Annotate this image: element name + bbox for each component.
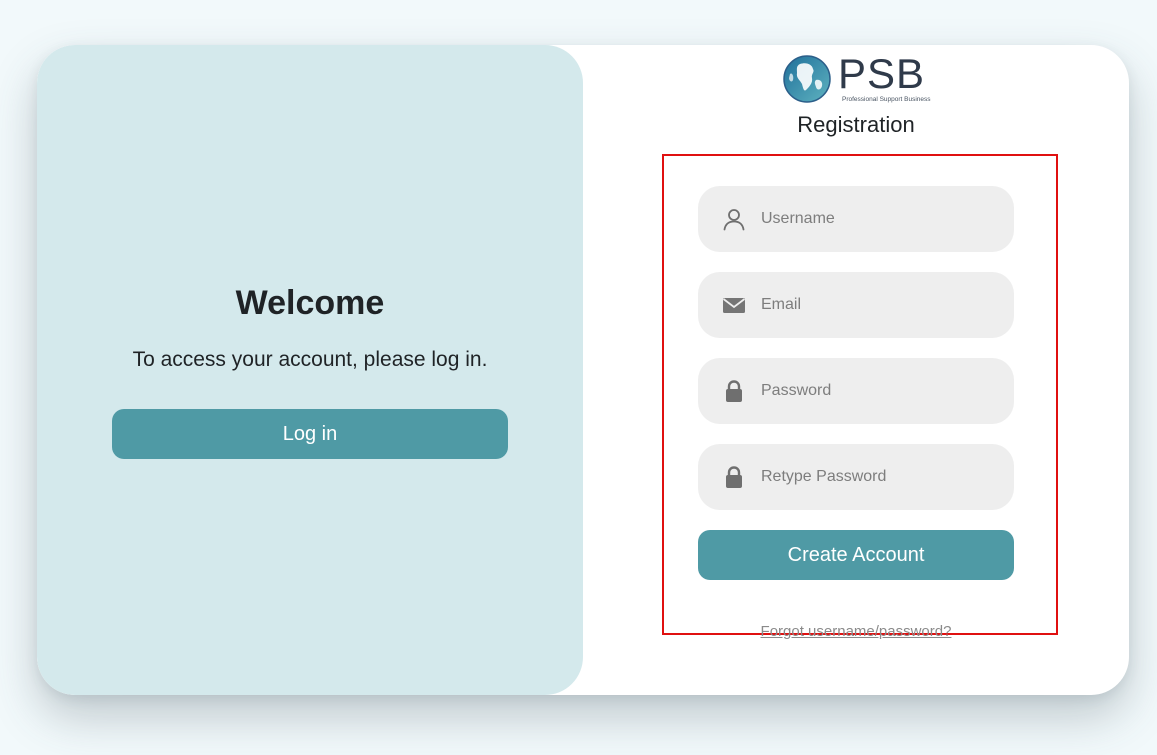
email-field[interactable] [698,272,1014,338]
lock-icon [726,380,742,402]
retype-password-field[interactable] [698,444,1014,510]
user-icon [723,209,745,231]
main-card: Welcome To access your account, please l… [37,45,1129,695]
welcome-title: Welcome [235,284,385,322]
create-account-button[interactable]: Create Account [698,530,1014,580]
globe-logo-icon [783,55,831,103]
login-button[interactable]: Log in [112,409,508,459]
password-field[interactable] [698,358,1014,424]
registration-title: Registration [797,112,915,137]
email-input[interactable] [761,272,997,338]
retype-password-input[interactable] [761,444,997,510]
welcome-text: To access your account, please log in. [132,348,488,371]
welcome-panel: Welcome To access your account, please l… [37,45,583,695]
lock-icon [726,466,742,488]
psb-logo: PSB Professional Support Business [782,50,934,107]
username-field[interactable] [698,186,1014,252]
forgot-password-link[interactable]: Forgot username/password? [698,622,1014,642]
username-input[interactable] [761,186,997,252]
logo-name: PSB [838,50,926,97]
envelope-icon [722,298,746,313]
logo-tagline: Professional Support Business [842,96,931,103]
password-input[interactable] [761,358,997,424]
